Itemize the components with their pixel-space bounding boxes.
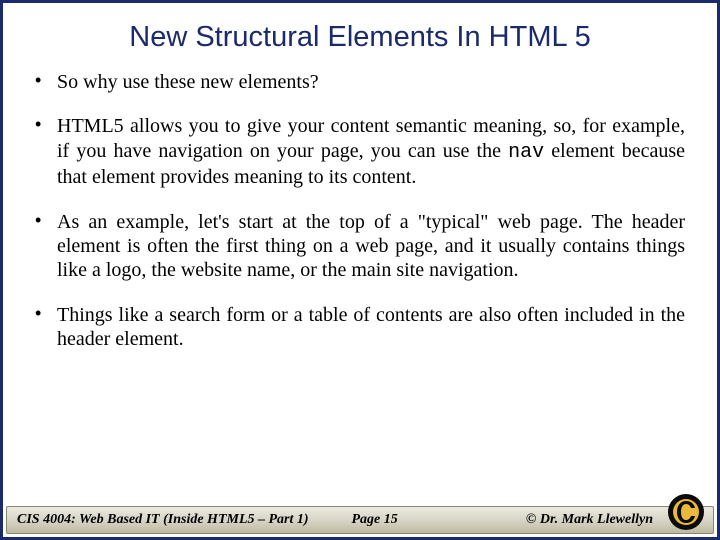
footer-course: CIS 4004: Web Based IT (Inside HTML5 – P… [17,512,317,528]
bullet-text: As an example, let's start at the top of… [57,210,685,283]
footer-page: Page 15 [351,512,491,528]
logo-icon [666,492,706,532]
slide-content: • So why use these new elements? • HTML5… [3,64,717,537]
footer-author: © Dr. Mark Llewellyn [526,512,653,528]
bullet-marker: • [35,114,57,189]
bullet-item: • As an example, let's start at the top … [35,210,685,283]
footer: CIS 4004: Web Based IT (Inside HTML5 – P… [6,500,714,534]
bullet-text: Things like a search form or a table of … [57,303,685,352]
slide: New Structural Elements In HTML 5 • So w… [0,0,720,540]
bullet-item: • HTML5 allows you to give your content … [35,114,685,189]
bullet-item: • So why use these new elements? [35,70,685,94]
footer-bar: CIS 4004: Web Based IT (Inside HTML5 – P… [6,506,714,534]
bullet-marker: • [35,70,57,94]
code-span: nav [508,141,544,164]
bullet-text: HTML5 allows you to give your content se… [57,114,685,189]
bullet-item: • Things like a search form or a table o… [35,303,685,352]
slide-title: New Structural Elements In HTML 5 [3,3,717,64]
bullet-marker: • [35,210,57,283]
bullet-marker: • [35,303,57,352]
bullet-text: So why use these new elements? [57,70,685,94]
